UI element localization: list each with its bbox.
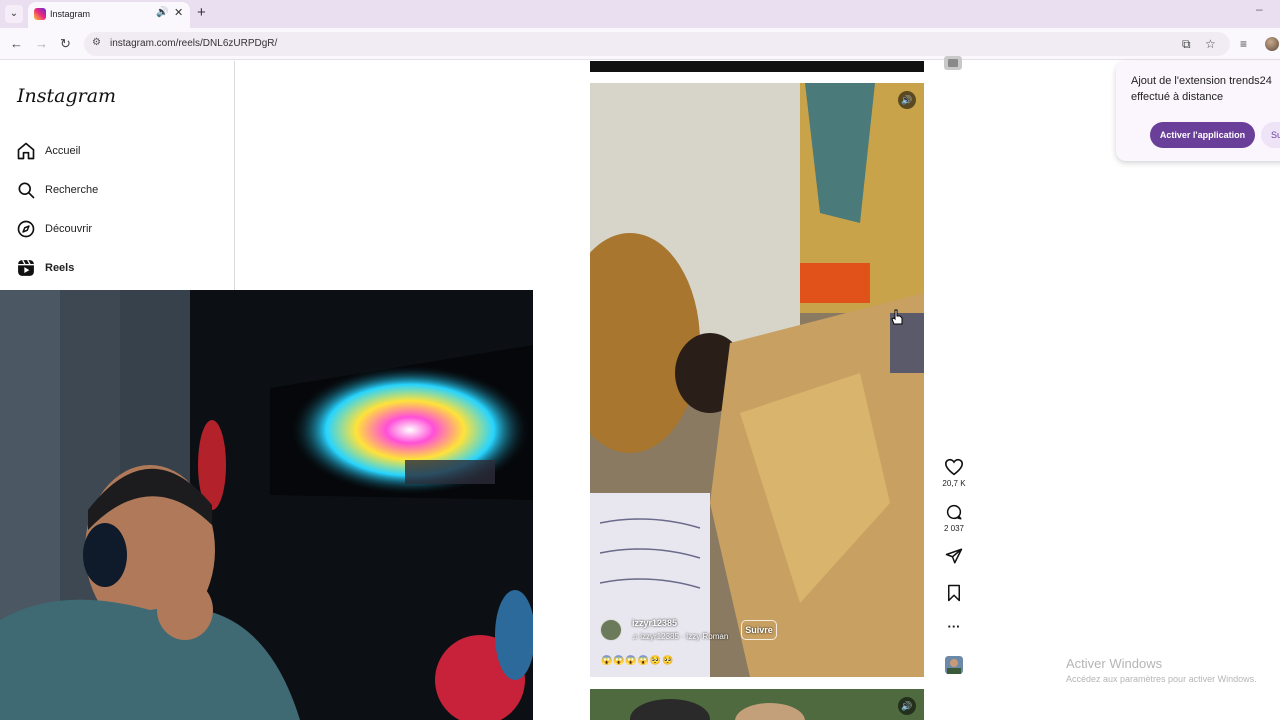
sidebar-item-recherche[interactable]: Recherche — [16, 179, 216, 203]
follow-button[interactable]: Suivre — [741, 620, 777, 640]
instagram-sidebar: Instagram Accueil Recherche Découvrir Re… — [0, 61, 235, 291]
comment-count: 2 037 — [943, 524, 965, 533]
sidebar-item-label: Découvrir — [45, 223, 93, 235]
sidebar-item-label: Reels — [45, 262, 75, 274]
media-controls-icon[interactable]: ≡ — [1240, 37, 1247, 51]
audio-thumbnail[interactable] — [945, 656, 963, 674]
new-tab-button[interactable]: + — [197, 4, 206, 21]
close-tab-icon[interactable]: ✕ — [174, 6, 183, 19]
webcam-feed-image — [0, 290, 533, 720]
extension-message: Ajout de l'extension trends24 effectué à… — [1131, 75, 1272, 103]
extension-notification: Ajout de l'extension trends24 effectué à… — [1116, 61, 1280, 161]
reel-caption-emojis: 😱😱😱😱🥺🥺 — [601, 655, 675, 665]
reel-audio-track[interactable]: ♫ izzyr12385 · Izzy Roman — [632, 632, 728, 641]
bookmark-save-icon[interactable] — [944, 584, 964, 602]
tab-search-button[interactable]: ⌄ — [5, 5, 23, 23]
previous-audio-thumbnail[interactable] — [944, 56, 962, 70]
secondary-button[interactable]: Su — [1261, 122, 1280, 148]
reel-video[interactable] — [590, 83, 924, 677]
share-send-icon[interactable] — [944, 547, 964, 565]
sidebar-item-reels[interactable]: Reels — [16, 257, 216, 281]
back-arrow-icon[interactable]: ← — [10, 36, 23, 51]
reload-icon[interactable]: ↻ — [60, 36, 71, 52]
hand-cursor-icon — [891, 309, 903, 325]
search-icon — [18, 182, 35, 199]
reel-audio-label: izzyr12385 · Izzy Roman — [640, 632, 729, 641]
music-note-icon: ♫ — [632, 632, 641, 641]
previous-reel[interactable] — [590, 61, 924, 72]
next-reel-frame — [590, 689, 924, 720]
webcam-overlay — [0, 290, 533, 720]
reel-author: izzyr12385 ♫ izzyr12385 · Izzy Roman — [598, 615, 738, 645]
author-username[interactable]: izzyr12385 — [632, 618, 677, 628]
profile-avatar[interactable] — [1265, 37, 1279, 51]
more-options-icon[interactable]: ··· — [944, 619, 964, 634]
windows-activation-subtitle: Accédez aux paramètres pour activer Wind… — [1066, 674, 1257, 684]
sidebar-item-decouvrir[interactable]: Découvrir — [16, 218, 216, 242]
next-reel[interactable] — [590, 689, 924, 720]
sidebar-item-label: Recherche — [45, 184, 99, 196]
forward-arrow-icon[interactable]: → — [35, 36, 48, 51]
speaker-icon[interactable]: 🔊 — [156, 7, 168, 18]
like-count: 20,7 K — [942, 479, 966, 488]
address-bar[interactable]: ⚙ instagram.com/reels/DNL6zURPDgR/ — [84, 32, 1230, 56]
browser-toolbar: ← → ↻ ⚙ instagram.com/reels/DNL6zURPDgR/… — [0, 28, 1280, 60]
activate-app-button[interactable]: Activer l'application — [1150, 122, 1255, 148]
sidebar-item-accueil[interactable]: Accueil — [16, 140, 216, 164]
comment-icon[interactable] — [944, 503, 964, 521]
like-heart-icon[interactable] — [944, 458, 964, 476]
bookmark-star-icon[interactable]: ☆ — [1205, 37, 1216, 51]
install-app-icon[interactable]: ⧉ — [1182, 37, 1191, 52]
url-text[interactable]: instagram.com/reels/DNL6zURPDgR/ — [110, 38, 277, 49]
tab-title: Instagram — [50, 9, 91, 19]
minimize-window-icon[interactable]: – — [1256, 2, 1263, 16]
instagram-favicon-icon — [34, 8, 46, 20]
compass-icon — [17, 220, 35, 238]
browser-tab[interactable]: Instagram 🔊 ✕ — [28, 2, 190, 28]
next-reel-speaker-icon[interactable]: 🔊 — [898, 697, 916, 715]
browser-tab-strip: ⌄ Instagram 🔊 ✕ + – — [0, 0, 1280, 28]
reel-video-frame — [590, 83, 924, 677]
windows-activation-title: Activer Windows — [1066, 656, 1163, 671]
reels-icon — [18, 259, 34, 276]
speaker-mute-icon[interactable]: 🔊 — [898, 91, 916, 109]
sidebar-item-label: Accueil — [45, 145, 81, 157]
instagram-logo[interactable]: Instagram — [17, 85, 116, 107]
author-avatar[interactable] — [600, 619, 622, 641]
home-icon — [17, 142, 35, 160]
site-info-icon[interactable]: ⚙ — [92, 37, 101, 48]
